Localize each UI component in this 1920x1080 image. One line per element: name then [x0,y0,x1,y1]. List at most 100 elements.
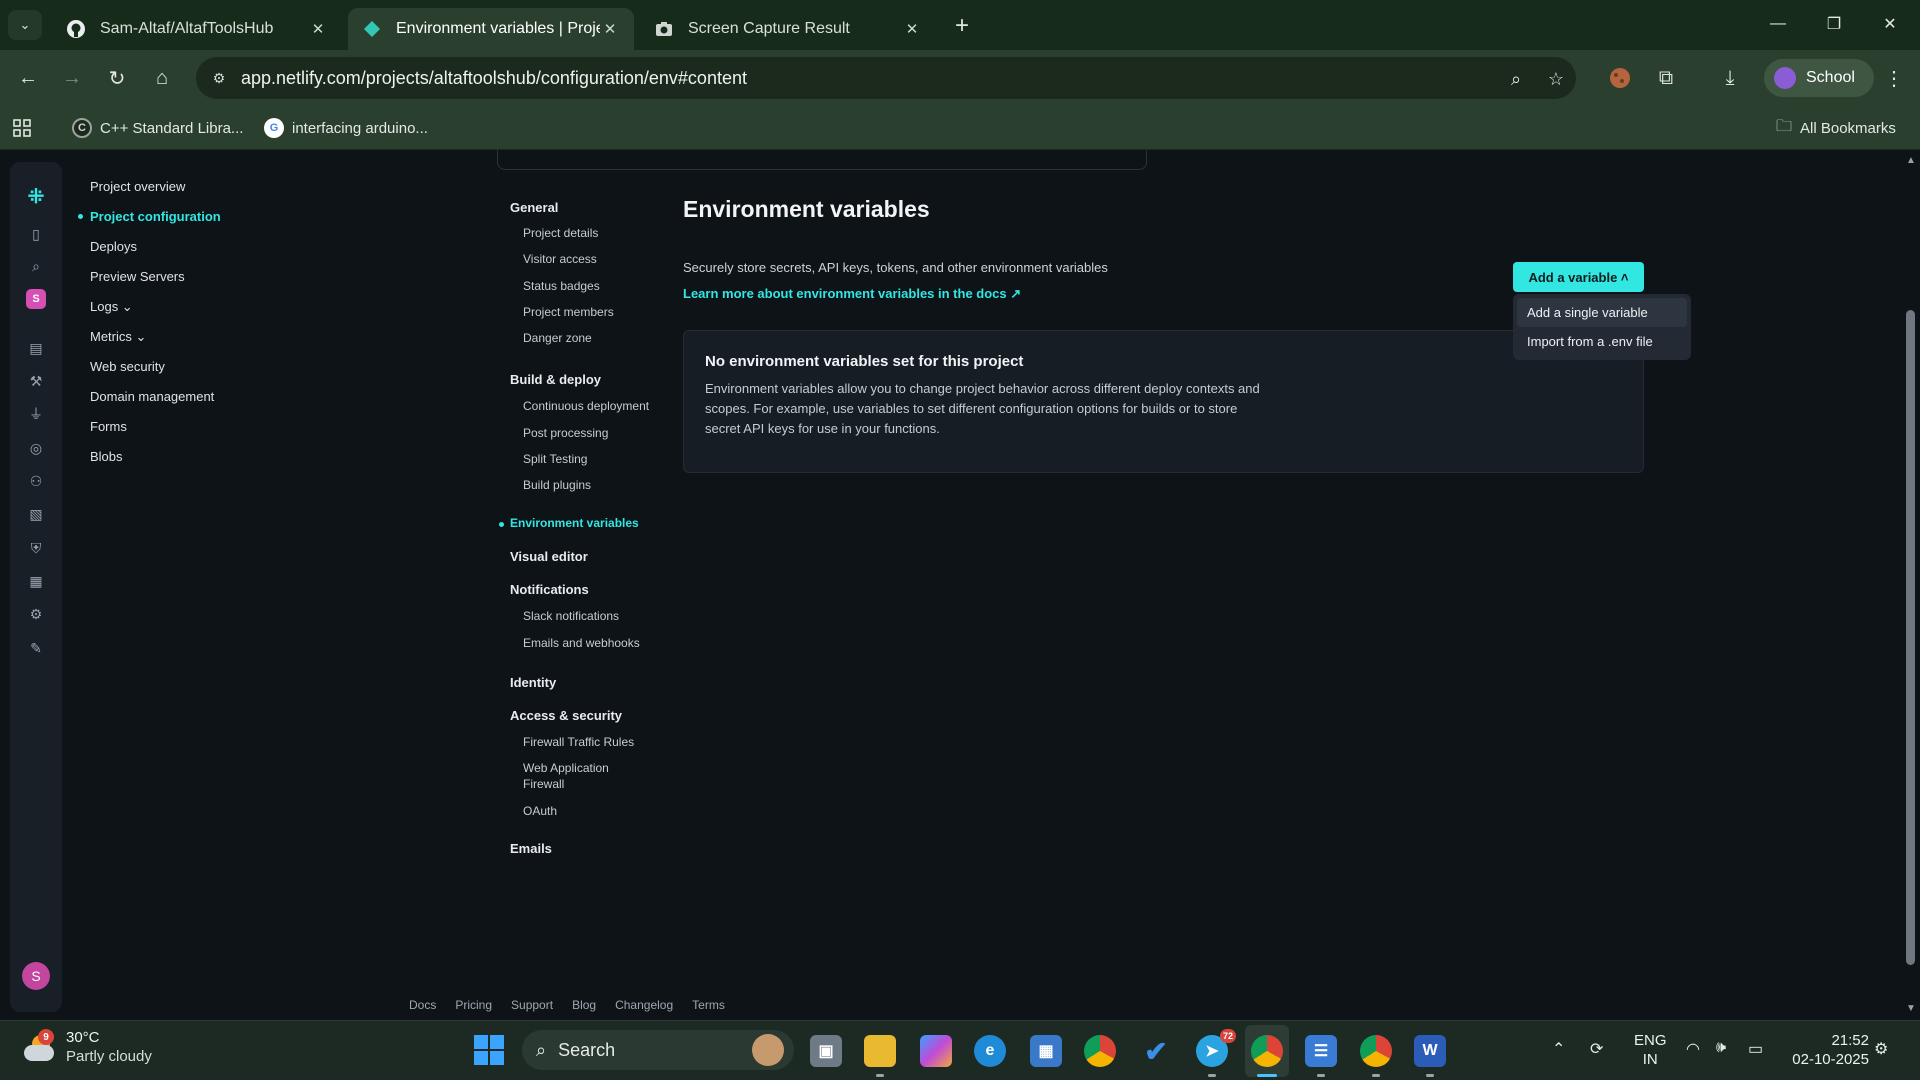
bookmark-arduino[interactable]: G interfacing arduino... [264,116,428,140]
volume-icon[interactable]: 🕪 [1716,1039,1726,1057]
nav-domain-management[interactable]: Domain management [90,386,221,416]
close-icon[interactable]: ✕ [600,19,620,39]
close-icon[interactable]: ✕ [902,19,922,39]
subnav-continuous-deployment[interactable]: Continuous deployment [523,398,649,414]
task-view-icon[interactable]: ▣ [810,1035,842,1067]
subnav-notifications[interactable]: Notifications [510,582,589,597]
profile-button[interactable]: School [1764,59,1874,97]
telegram-icon[interactable]: ➤ 72 [1196,1029,1236,1077]
notifications-icon[interactable]: ⚙ [1874,1039,1888,1059]
subnav-visitor-access[interactable]: Visitor access [523,251,597,267]
restore-button[interactable]: ❐ [1812,8,1856,40]
docs-icon[interactable]: ▦ [24,569,48,593]
nav-project-overview[interactable]: Project overview [90,176,221,206]
subnav-danger-zone[interactable]: Danger zone [523,330,592,346]
subnav-build-deploy[interactable]: Build & deploy [510,372,601,387]
search-icon[interactable]: ⌕ [24,254,48,278]
subnav-environment-variables[interactable]: Environment variables [499,516,639,530]
subnav-emails[interactable]: Emails [510,841,552,856]
windows-start-icon[interactable] [474,1035,504,1065]
add-variable-button[interactable]: Add a variable ˄ [1513,262,1644,292]
minimize-button[interactable]: — [1756,8,1800,40]
sidebar-toggle-icon[interactable]: ▯ [24,222,48,246]
wifi-icon[interactable]: ◠ [1686,1039,1700,1059]
subnav-project-members[interactable]: Project members [523,304,614,320]
security-icon[interactable]: ⛨ [24,536,48,560]
footer-blog[interactable]: Blog [572,998,596,1012]
subnav-slack-notifications[interactable]: Slack notifications [523,608,619,624]
footer-docs[interactable]: Docs [409,998,436,1012]
nav-logs[interactable]: Logs ⌄ [90,296,221,326]
address-bar[interactable]: ⚙ app.netlify.com/projects/altaftoolshub… [196,57,1576,99]
url-text[interactable]: app.netlify.com/projects/altaftoolshub/c… [241,68,747,89]
netlify-logo-icon[interactable]: ⁜ [24,184,48,208]
close-window-button[interactable]: ✕ [1868,8,1912,40]
nav-project-configuration[interactable]: Project configuration [78,206,221,236]
edit-icon[interactable]: ✎ [24,636,48,660]
subnav-post-processing[interactable]: Post processing [523,425,608,441]
edge-icon[interactable]: e [974,1035,1006,1067]
close-icon[interactable]: ✕ [308,19,328,39]
menu-icon[interactable]: ⋮ [1880,64,1908,92]
word-icon[interactable]: W [1414,1035,1446,1077]
domains-icon[interactable]: ◎ [24,436,48,460]
download-icon[interactable]: ⤓ [1716,64,1744,92]
store-icon[interactable]: ▦ [1030,1035,1062,1067]
subnav-firewall-traffic-rules[interactable]: Firewall Traffic Rules [523,734,634,750]
subnav-identity[interactable]: Identity [510,675,556,690]
subnav-status-badges[interactable]: Status badges [523,278,600,294]
scroll-down-icon[interactable]: ▼ [1905,1002,1917,1014]
nav-web-security[interactable]: Web security [90,356,221,386]
subnav-project-details[interactable]: Project details [523,225,598,241]
back-icon[interactable]: ← [12,62,44,94]
tab-netlify[interactable]: Environment variables | Project ✕ [348,8,634,50]
apps-icon[interactable] [12,116,32,140]
tab-github[interactable]: Sam-Altaf/AltafToolsHub ✕ [52,8,342,50]
bookmark-star-icon[interactable]: ☆ [1544,67,1568,91]
chrome-alt-icon[interactable] [1360,1035,1392,1077]
nav-forms[interactable]: Forms [90,416,221,446]
scroll-thumb[interactable] [1906,310,1915,965]
footer-changelog[interactable]: Changelog [615,998,673,1012]
all-bookmarks-button[interactable]: 🗀 All Bookmarks [1776,116,1896,140]
notepad-icon[interactable]: ☰ [1305,1035,1337,1077]
scroll-up-icon[interactable]: ▲ [1905,154,1917,166]
nav-metrics[interactable]: Metrics ⌄ [90,326,221,356]
extensions-icon[interactable]: ⧉ [1652,64,1680,92]
settings-icon[interactable]: ⚙ [24,602,48,626]
docs-link[interactable]: Learn more about environment variables i… [683,286,1021,302]
builds-icon[interactable]: ⚒ [24,369,48,393]
team-avatar-icon[interactable]: S [24,287,48,311]
subnav-split-testing[interactable]: Split Testing [523,451,587,467]
footer-pricing[interactable]: Pricing [455,998,492,1012]
footer-support[interactable]: Support [511,998,553,1012]
nav-deploys[interactable]: Deploys [90,236,221,266]
battery-icon[interactable]: ▭ [1748,1039,1763,1059]
copilot-icon[interactable] [920,1035,952,1067]
footer-terms[interactable]: Terms [692,998,725,1012]
sync-icon[interactable]: ⟳ [1590,1039,1603,1059]
site-info-icon[interactable]: ⚙ [208,67,230,89]
taskbar-search[interactable]: ⌕ Search [522,1030,794,1070]
subnav-general[interactable]: General [510,200,558,215]
usage-icon[interactable]: ▧ [24,502,48,526]
cookie-extension-icon[interactable] [1606,64,1634,92]
forward-icon[interactable]: → [56,62,88,94]
nav-preview-servers[interactable]: Preview Servers [90,266,221,296]
subnav-visual-editor[interactable]: Visual editor [510,549,588,564]
plugin-icon[interactable]: ⏚ [24,402,48,426]
chrome-profile-icon[interactable] [1251,1035,1283,1077]
bookmark-cpp[interactable]: C C++ Standard Libra... [72,116,243,140]
reload-icon[interactable]: ↻ [101,62,133,94]
nav-blobs[interactable]: Blobs [90,446,221,476]
subnav-oauth[interactable]: OAuth [523,803,557,819]
tab-search-button[interactable]: ⌄ [8,10,42,40]
menu-add-single-variable[interactable]: Add a single variable [1517,298,1687,327]
language-indicator[interactable]: ENG IN [1634,1031,1667,1069]
todo-icon[interactable]: ✔ [1140,1035,1172,1067]
file-explorer-icon[interactable] [864,1035,896,1077]
user-avatar[interactable]: S [22,962,50,990]
members-icon[interactable]: ⚇ [24,469,48,493]
system-clock[interactable]: 21:52 02-10-2025 [1787,1031,1869,1069]
page-scrollbar[interactable]: ▲ ▼ [1902,150,1920,1020]
